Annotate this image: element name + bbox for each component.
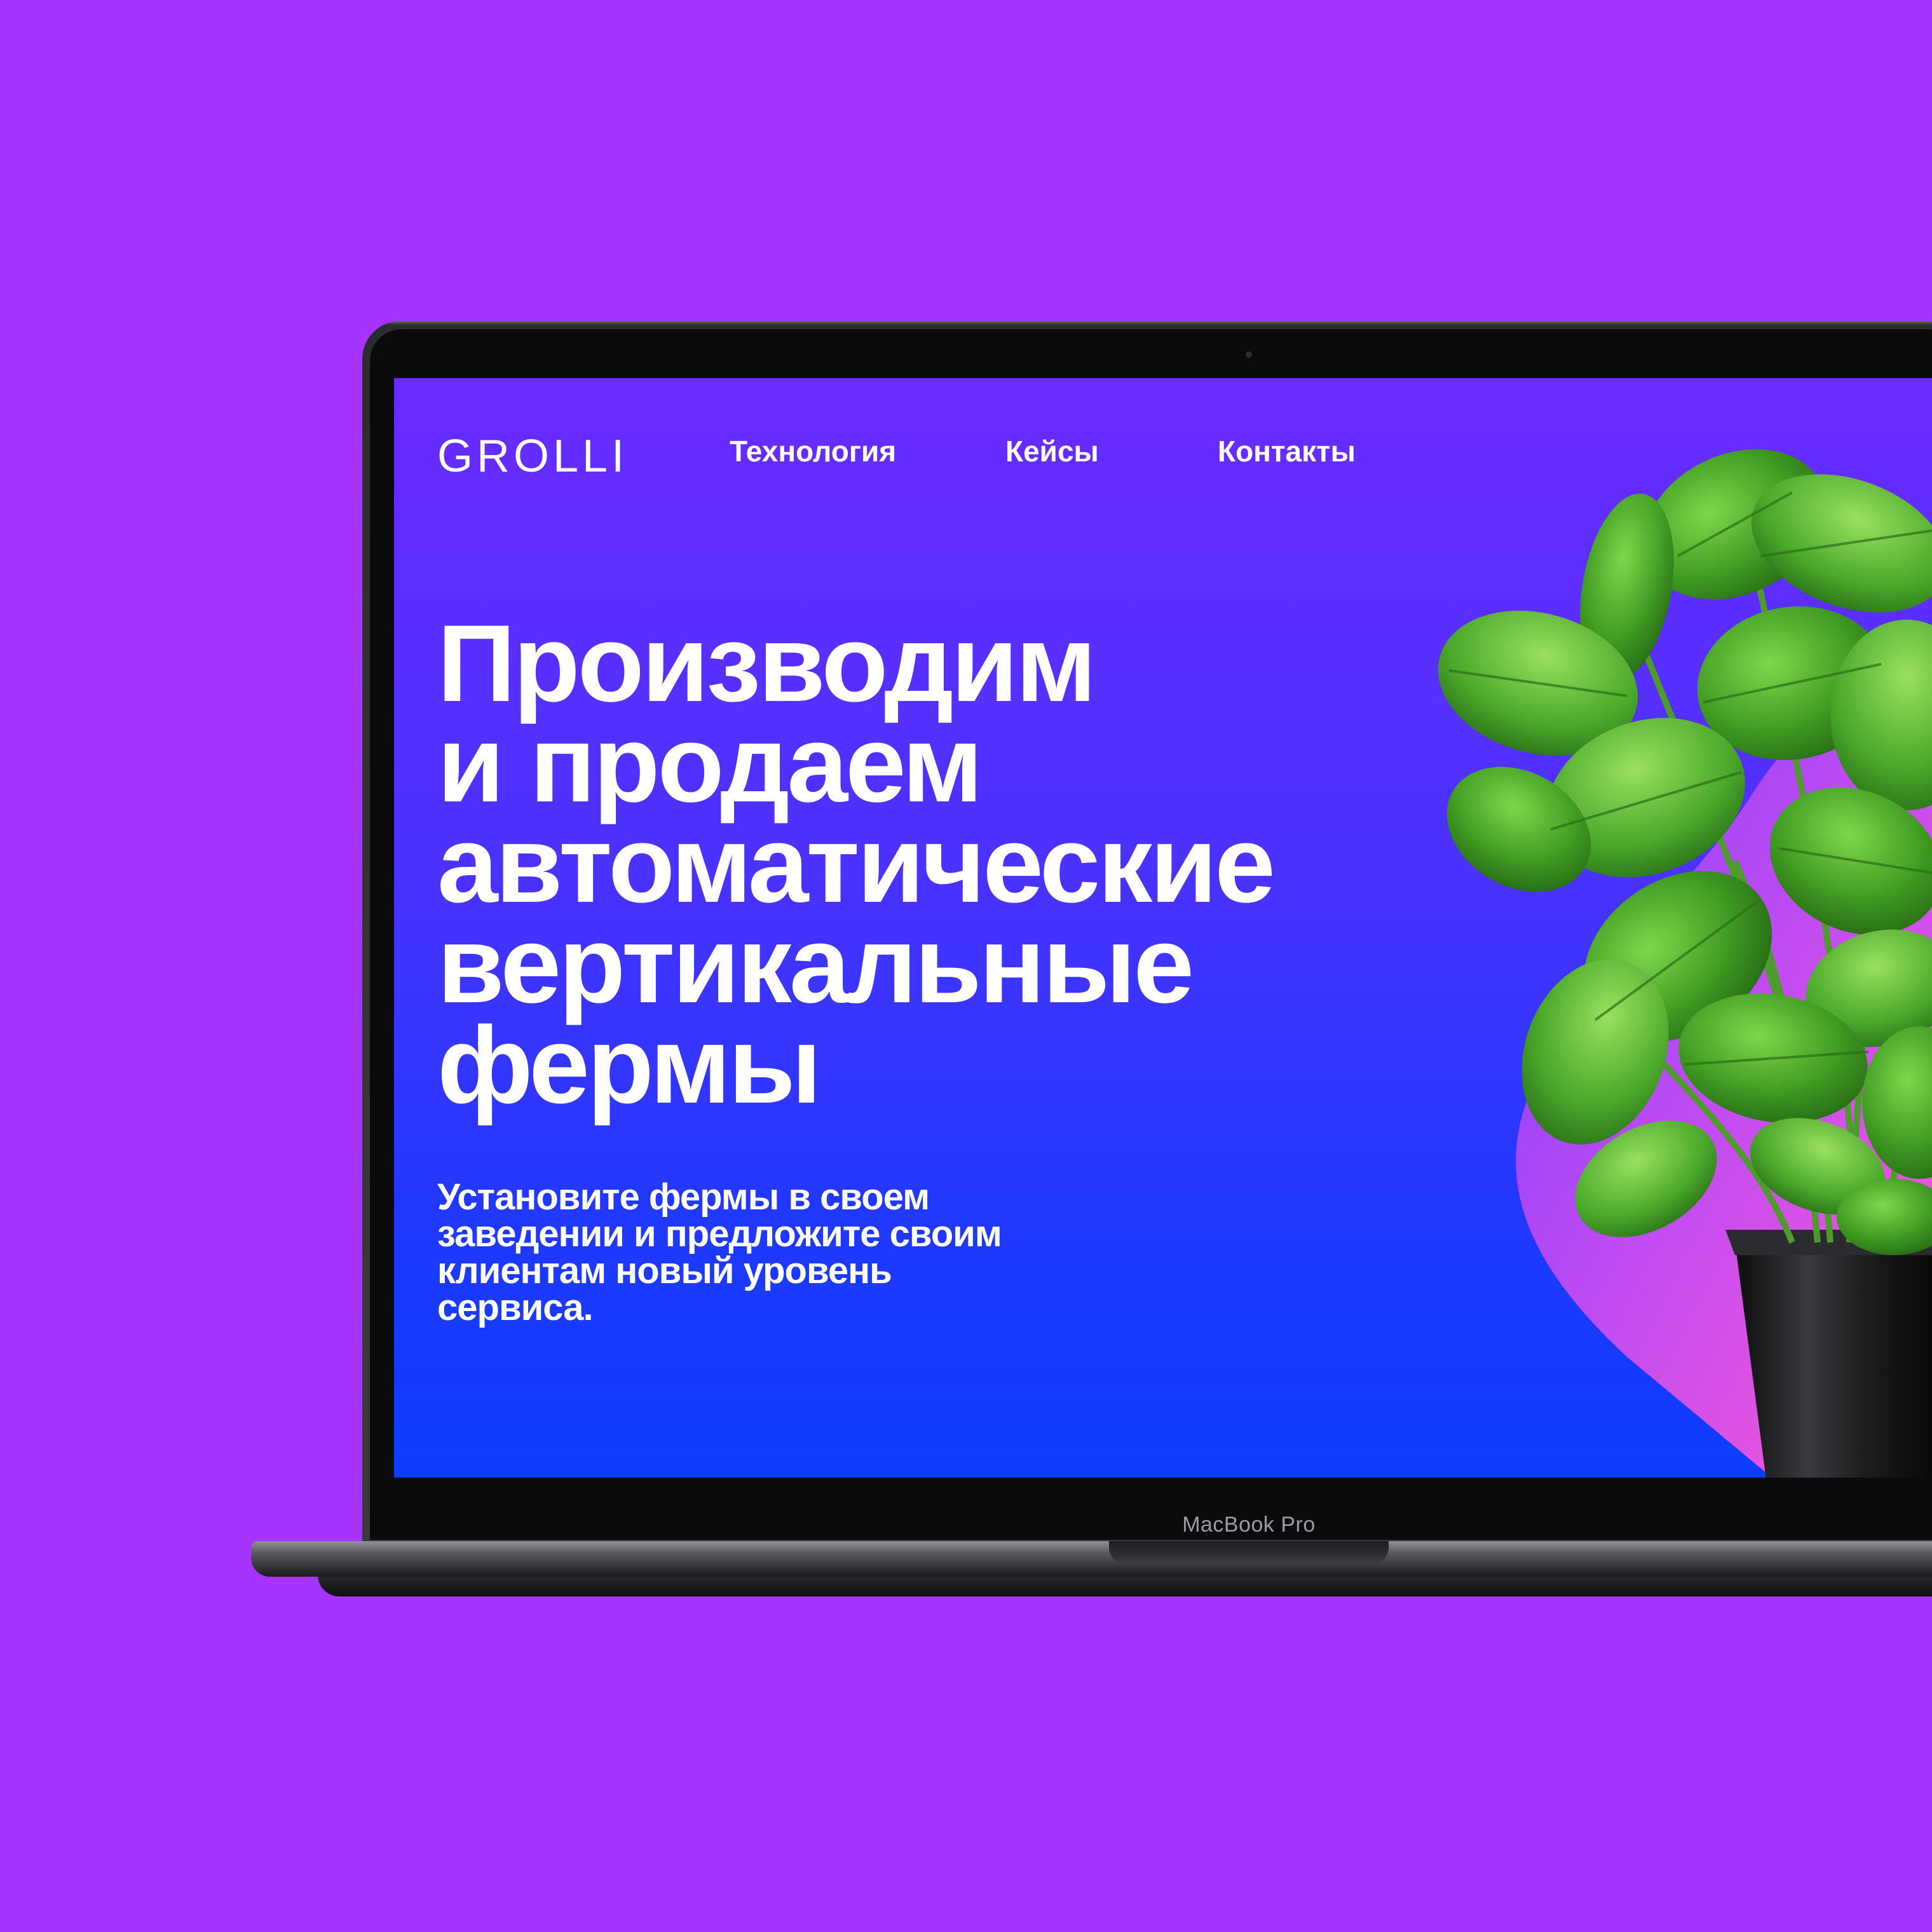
camera-icon [1246,351,1252,358]
hero-headline-line: фермы [437,1004,822,1126]
nav-link-technology[interactable]: Технология [730,434,896,468]
laptop-base [251,1541,1932,1577]
device-label: MacBook Pro [1182,1513,1316,1537]
site-logo[interactable]: GROLLI [437,430,628,482]
hero-subtext: Установите фермы в своем заведении и пре… [437,1176,1002,1328]
hero-headline-line: Производим [437,602,1096,724]
hero-headline-line: автоматические [437,803,1276,925]
nav-link-contacts[interactable]: Контакты [1218,434,1356,468]
nav-link-cases[interactable]: Кейсы [1005,434,1099,468]
laptop-base-shadow [318,1575,1932,1596]
hero-headline-line: вертикальные [437,904,1194,1026]
website-screen: GROLLI Технология Кейсы Контакты Произво… [394,378,1932,1478]
laptop-opening-notch [1109,1541,1389,1564]
hero-headline-line: и продаем [437,703,983,825]
hero-headline: Производим и продаем автоматические верт… [437,602,1518,1126]
